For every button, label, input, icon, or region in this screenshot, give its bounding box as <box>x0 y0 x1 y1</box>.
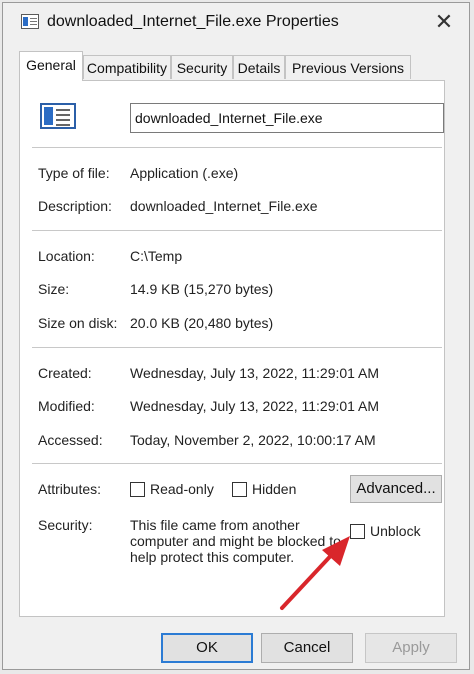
close-icon[interactable]: ✕ <box>427 8 461 36</box>
file-name-field[interactable] <box>130 103 444 133</box>
modified-label: Modified: <box>38 398 95 414</box>
location-label: Location: <box>38 248 95 264</box>
unblock-label: Unblock <box>370 523 421 539</box>
window-title: downloaded_Internet_File.exe Properties <box>47 13 339 30</box>
read-only-checkbox[interactable]: Read-only <box>130 481 214 497</box>
type-label: Type of file: <box>38 165 110 181</box>
divider <box>32 463 442 464</box>
properties-dialog: downloaded_Internet_File.exe Properties … <box>2 2 470 670</box>
tab-details[interactable]: Details <box>233 55 285 79</box>
checkbox-box[interactable] <box>232 481 247 497</box>
size-value: 14.9 KB (15,270 bytes) <box>130 281 274 297</box>
divider <box>32 230 442 231</box>
size-on-disk-label: Size on disk: <box>38 315 118 331</box>
description-label: Description: <box>38 198 112 214</box>
general-panel: Type of file: Application (.exe) Descrip… <box>19 80 445 617</box>
size-on-disk-value: 20.0 KB (20,480 bytes) <box>130 315 274 331</box>
hidden-label: Hidden <box>252 481 297 497</box>
hidden-checkbox[interactable]: Hidden <box>232 481 296 497</box>
apply-button[interactable]: Apply <box>365 633 457 663</box>
location-value: C:\Temp <box>130 248 183 264</box>
checkbox-box[interactable] <box>350 523 365 539</box>
tab-compatibility[interactable]: Compatibility <box>83 55 171 79</box>
cancel-button[interactable]: Cancel <box>261 633 353 663</box>
read-only-label: Read-only <box>150 481 214 497</box>
exe-window-icon <box>40 103 76 129</box>
modified-value: Wednesday, July 13, 2022, 11:29:01 AM <box>130 398 380 414</box>
tab-previous-versions[interactable]: Previous Versions <box>285 55 411 79</box>
accessed-label: Accessed: <box>38 432 103 448</box>
divider <box>32 147 442 148</box>
tab-security[interactable]: Security <box>171 55 233 79</box>
security-message: This file came from another computer and… <box>130 517 341 565</box>
ok-button[interactable]: OK <box>161 633 253 663</box>
description-value: downloaded_Internet_File.exe <box>130 198 318 214</box>
security-label: Security: <box>38 517 93 533</box>
exe-window-icon <box>21 14 39 29</box>
tab-general[interactable]: General <box>19 51 83 81</box>
size-label: Size: <box>38 281 70 297</box>
unblock-checkbox[interactable]: Unblock <box>350 523 421 539</box>
title-bar: downloaded_Internet_File.exe Properties … <box>3 3 469 43</box>
accessed-value: Today, November 2, 2022, 10:00:17 AM <box>130 432 376 448</box>
created-value: Wednesday, July 13, 2022, 11:29:01 AM <box>130 365 380 381</box>
type-value: Application (.exe) <box>130 165 239 181</box>
attributes-label: Attributes: <box>38 481 102 497</box>
advanced-button[interactable]: Advanced... <box>350 475 442 503</box>
checkbox-box[interactable] <box>130 481 145 497</box>
divider <box>32 347 442 348</box>
created-label: Created: <box>38 365 92 381</box>
